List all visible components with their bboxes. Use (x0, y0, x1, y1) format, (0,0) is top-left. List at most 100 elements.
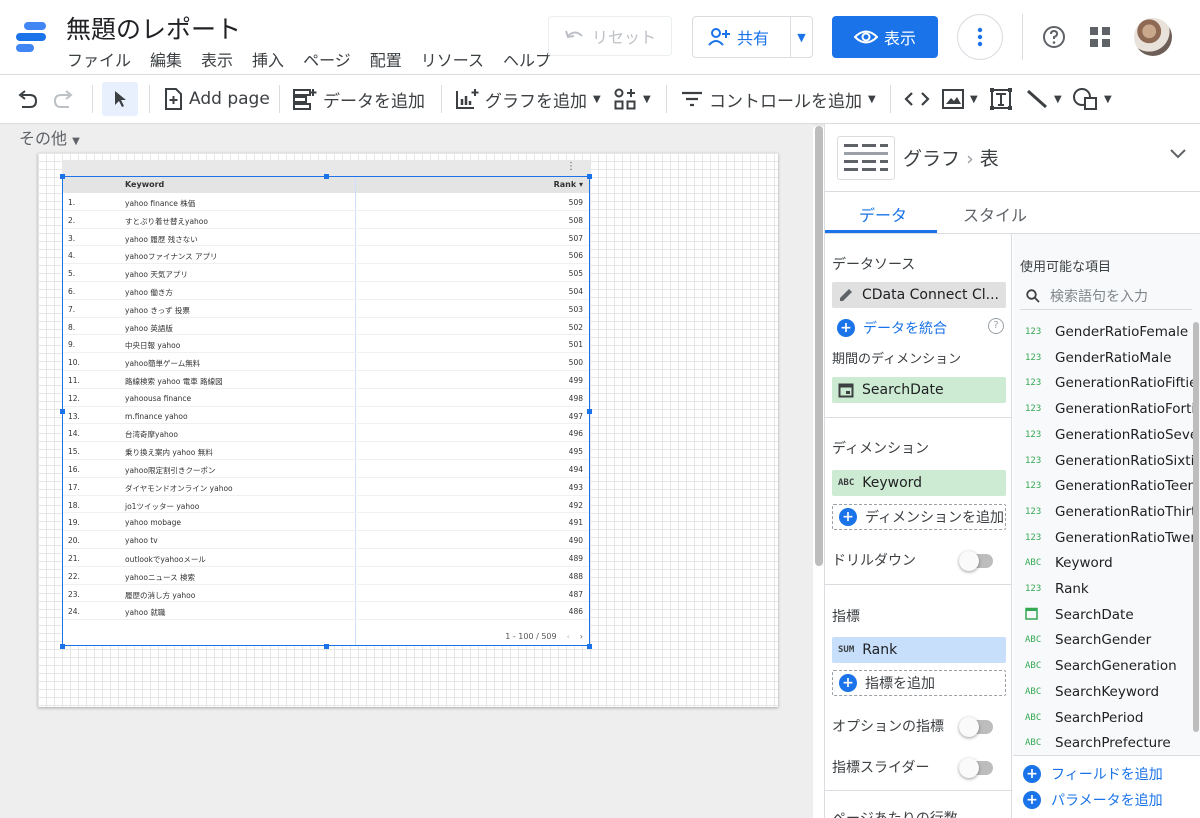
share-dropdown-icon[interactable]: ▼ (791, 31, 812, 44)
table-menu-icon[interactable]: ⋮ (566, 161, 576, 172)
resize-handle[interactable] (60, 174, 65, 179)
undo-button[interactable] (16, 75, 38, 123)
help-icon[interactable]: ? (988, 318, 1004, 334)
table-row[interactable]: 19. yahoo mobage 491 (63, 513, 589, 532)
prev-page-icon[interactable]: ‹ (567, 632, 570, 641)
table-row[interactable]: 15. 乗り換え案内 yahoo 無料 495 (63, 442, 589, 460)
edit-pencil-icon[interactable] (838, 287, 854, 303)
table-row[interactable]: 4. yahooファイナンス アプリ 506 (63, 246, 589, 265)
table-row[interactable]: 20. yahoo tv 490 (63, 531, 589, 549)
community-viz-button[interactable]: ▼ (613, 75, 651, 123)
dimension-chip[interactable]: ABC Keyword (832, 470, 1006, 496)
field-item[interactable]: 123 GenerationRatioSeven... (1025, 425, 1193, 445)
select-tool-button[interactable] (102, 82, 138, 116)
add-dimension-button[interactable]: + ディメンションを追加 (832, 504, 1006, 530)
add-chart-button[interactable]: グラフを追加 ▼ (455, 75, 601, 123)
field-item[interactable]: 123 GenderRatioFemale (1025, 322, 1193, 342)
menu-resources[interactable]: リソース (421, 47, 484, 71)
more-options-button[interactable] (957, 14, 1003, 60)
resize-handle[interactable] (60, 644, 65, 649)
column-header-keyword[interactable]: Keyword (125, 180, 164, 189)
report-title[interactable]: 無題のレポート (66, 10, 241, 46)
chart-type-selector[interactable]: グラフ › 表 (825, 124, 1200, 192)
resize-handle[interactable] (587, 409, 592, 414)
field-item[interactable]: 123 GenerationRatioTwent... (1025, 528, 1193, 548)
drilldown-toggle[interactable] (959, 551, 993, 571)
table-chart[interactable]: Keyword Rank ▾ 1. yahoo finance 株価 509 2. すと… (62, 176, 590, 646)
share-button[interactable]: 共有 ▼ (692, 16, 813, 58)
table-row[interactable]: 5. yahoo 天気アプリ 505 (63, 264, 589, 282)
field-item[interactable]: ABC Keyword (1025, 553, 1193, 573)
menu-insert[interactable]: 挿入 (252, 47, 284, 71)
blend-data-link[interactable]: + データを統合 (837, 318, 947, 338)
menu-file[interactable]: ファイル (67, 47, 131, 71)
next-page-icon[interactable]: › (580, 632, 583, 641)
field-item[interactable]: ABC SearchGeneration (1025, 656, 1193, 676)
add-field-link[interactable]: + フィールドを追加 (1023, 764, 1163, 784)
column-header-rank[interactable]: Rank ▾ (554, 180, 583, 189)
add-data-button[interactable]: データを追加 (293, 75, 425, 123)
metric-slider-toggle[interactable] (959, 758, 993, 778)
table-row[interactable]: 14. 台湾奇摩yahoo 496 (63, 424, 589, 443)
embed-code-button[interactable] (904, 75, 930, 123)
table-row[interactable]: 12. yahoousa finance 498 (63, 389, 589, 407)
menu-page[interactable]: ページ (303, 47, 351, 71)
table-row[interactable]: 17. ダイヤモンドオンライン yahoo 493 (63, 478, 589, 496)
page-selector[interactable]: その他 ▼ (19, 125, 80, 149)
table-row[interactable]: 1. yahoo finance 株価 509 (63, 193, 589, 211)
field-item[interactable]: ABC SearchPrefecture (1025, 733, 1193, 753)
table-row[interactable]: 3. yahoo 履歴 残さない 507 (63, 229, 589, 247)
resize-handle[interactable] (324, 174, 329, 179)
help-icon[interactable] (1042, 25, 1066, 49)
table-row[interactable]: 24. yahoo 就職 486 (63, 602, 589, 621)
fields-scrollbar[interactable] (1193, 322, 1199, 732)
redo-button[interactable] (53, 75, 75, 123)
apps-grid-icon[interactable] (1090, 27, 1110, 47)
field-item[interactable]: 123 GenerationRatioTeens... (1025, 476, 1193, 496)
report-page[interactable]: ⋮ Keyword Rank ▾ 1. yahoo finance 株価 509 2.… (38, 153, 778, 707)
canvas-scrollbar[interactable] (815, 126, 823, 566)
table-row[interactable]: 9. 中央日報 yahoo 501 (63, 335, 589, 354)
add-metric-button[interactable]: + 指標を追加 (832, 670, 1006, 696)
table-row[interactable]: 8. yahoo 英語版 502 (63, 318, 589, 336)
looker-studio-logo-icon[interactable] (16, 20, 52, 54)
reset-button[interactable]: リセット (548, 16, 672, 56)
shape-button[interactable]: ▼ (1072, 75, 1112, 123)
tab-style[interactable]: スタイル (963, 202, 1027, 226)
view-button[interactable]: 表示 (832, 16, 938, 58)
table-row[interactable]: 2. すとぷり着せ替えyahoo 508 (63, 211, 589, 229)
add-page-button[interactable]: Add page (163, 75, 270, 123)
field-item[interactable]: ABC SearchKeyword (1025, 682, 1193, 702)
field-item[interactable]: 123 Rank (1025, 579, 1193, 599)
field-item[interactable]: 123 GenerationRatioSixties (1025, 451, 1193, 471)
table-row[interactable]: 18. jo1ツイッター yahoo 492 (63, 496, 589, 514)
field-item[interactable]: 123 GenerationRatioForties (1025, 399, 1193, 419)
metric-chip[interactable]: SUM Rank (832, 637, 1006, 663)
optional-metrics-toggle[interactable] (959, 717, 993, 737)
field-item[interactable]: ABC SearchGender (1025, 630, 1193, 650)
table-row[interactable]: 22. yahooニュース 検索 488 (63, 567, 589, 585)
field-search-input[interactable]: 検索語句を入力 (1020, 282, 1192, 310)
table-row[interactable]: 23. 履歴の消し方 yahoo 487 (63, 585, 589, 603)
field-item[interactable]: ABC SearchPeriod (1025, 708, 1193, 728)
image-button[interactable]: ▼ (942, 75, 978, 123)
avatar[interactable] (1134, 18, 1172, 56)
menu-help[interactable]: ヘルプ (503, 47, 551, 71)
field-item[interactable]: 123 GenderRatioMale (1025, 348, 1193, 368)
table-row[interactable]: 11. 路線検索 yahoo 電車 路線図 499 (63, 371, 589, 389)
resize-handle[interactable] (324, 644, 329, 649)
table-row[interactable]: 6. yahoo 働き方 504 (63, 282, 589, 300)
tab-data[interactable]: データ (859, 202, 907, 226)
resize-handle[interactable] (60, 409, 65, 414)
table-row[interactable]: 21. outlookでyahooメール 489 (63, 549, 589, 567)
line-button[interactable]: ▼ (1026, 75, 1062, 123)
menu-arrange[interactable]: 配置 (370, 47, 402, 71)
menu-edit[interactable]: 編集 (150, 47, 182, 71)
resize-handle[interactable] (587, 644, 592, 649)
add-parameter-link[interactable]: + パラメータを追加 (1023, 790, 1163, 810)
add-control-button[interactable]: コントロールを追加 ▼ (681, 75, 876, 123)
table-row[interactable]: 16. yahoo限定割引きクーポン 494 (63, 460, 589, 478)
table-row[interactable]: 10. yahoo簡単ゲーム無料 500 (63, 353, 589, 371)
menu-view[interactable]: 表示 (201, 47, 233, 71)
resize-handle[interactable] (587, 174, 592, 179)
